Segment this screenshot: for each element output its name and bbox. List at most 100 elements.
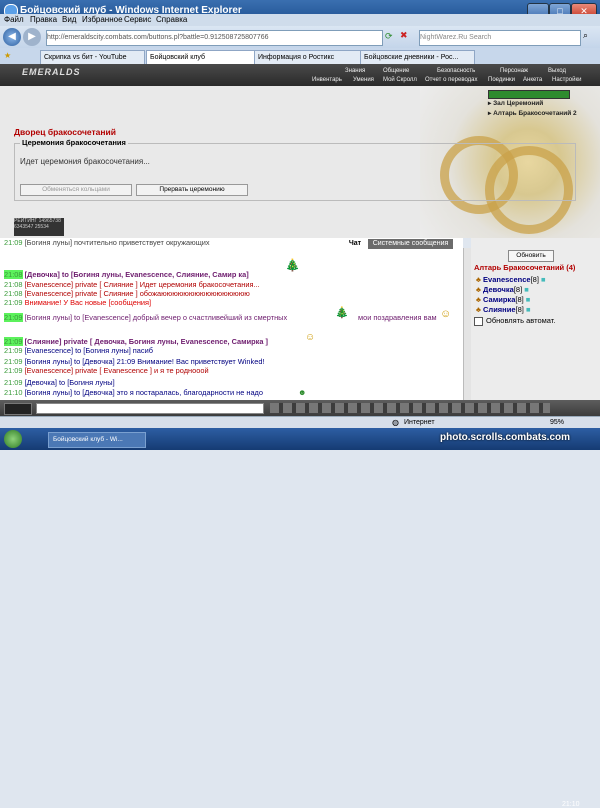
user-name[interactable]: Самирка bbox=[483, 295, 515, 304]
smiley-icon: ☺ bbox=[440, 308, 452, 320]
menu-my-scroll[interactable]: Мой Скролл bbox=[383, 77, 417, 83]
menu-character[interactable]: Персонаж bbox=[500, 68, 528, 74]
chat-line: 21:09 [Богиня луны] to [Evanescence] доб… bbox=[4, 313, 287, 322]
menu-favorites[interactable]: Избранное bbox=[82, 15, 123, 24]
stop-icon[interactable]: ✖ bbox=[400, 30, 408, 41]
chat-time: 21:09 bbox=[4, 366, 23, 375]
menu-edit[interactable]: Правка bbox=[30, 15, 57, 24]
tab-diaries[interactable]: Бойцовские дневники - Рос... bbox=[360, 50, 475, 64]
abort-ceremony-button[interactable]: Прервать церемонию bbox=[136, 184, 248, 196]
menu-fights[interactable]: Поединки bbox=[488, 77, 515, 83]
globe-icon: ◍ bbox=[392, 418, 399, 427]
tab-combats[interactable]: Бойцовский клуб bbox=[146, 50, 255, 64]
chat-time: 21:08 bbox=[4, 289, 23, 298]
chat-time: 21:08 bbox=[4, 280, 23, 289]
tab-chat[interactable]: Чат bbox=[345, 239, 365, 249]
system-message: Внимание! У Вас новые [сообщения] bbox=[24, 298, 152, 307]
menu-profile[interactable]: Анкета bbox=[523, 77, 542, 83]
chat-text: [Evanescence] private [ Evanescence ] и … bbox=[24, 366, 209, 375]
forward-button[interactable]: ▶ bbox=[23, 28, 41, 46]
user-entry[interactable]: ♣ Слияние[8] ■ bbox=[476, 305, 530, 314]
altar-title: Алтарь Бракосочетаний (4) bbox=[474, 263, 576, 272]
menu-bar: Файл Правка Вид Избранное Сервис Справка bbox=[0, 14, 600, 26]
chat-time: 21:08 bbox=[4, 270, 23, 279]
game-header: EMERALDS Знания Общение Безопасность Пер… bbox=[0, 64, 600, 86]
taskbar-item[interactable]: Бойцовский клуб - Wi... bbox=[48, 432, 146, 448]
chat-line: 21:10 [Богиня луны] to [Девочка] это я п… bbox=[4, 388, 263, 397]
info-icon[interactable]: ■ bbox=[526, 295, 531, 304]
menu-communication[interactable]: Общение bbox=[383, 68, 409, 74]
menu-knowledge[interactable]: Знания bbox=[345, 68, 365, 74]
user-entry[interactable]: ♣ Девочка[8] ■ bbox=[476, 285, 529, 294]
menu-settings[interactable]: Настройки bbox=[552, 77, 581, 83]
health-bar bbox=[488, 90, 570, 99]
info-icon[interactable]: ■ bbox=[524, 285, 529, 294]
refresh-button[interactable]: Обновить bbox=[508, 250, 554, 262]
chat-line: 21:09 [Evanescence] to [Богиня луны] пас… bbox=[4, 346, 153, 355]
chat-line: 21:09 [Девочка] to [Богиня луны] bbox=[4, 378, 115, 387]
tab-info[interactable]: Информация о Ростикс bbox=[254, 50, 361, 64]
user-level: [8] bbox=[515, 295, 524, 304]
tab-youtube[interactable]: Скрипка vs бит - YouTube bbox=[40, 50, 145, 64]
chat-time: 21:09 bbox=[4, 298, 23, 307]
game-logo: EMERALDS bbox=[22, 67, 81, 77]
chat-log: 21:09 [Богиня луны] почтительно приветст… bbox=[0, 238, 463, 400]
user-level: [8] bbox=[513, 285, 523, 294]
address-input[interactable]: http://emeraldscity.combats.com/buttons.… bbox=[46, 30, 383, 46]
chat-text: [Девочка] to [Богиня луны] bbox=[24, 378, 115, 387]
menu-tools[interactable]: Сервис bbox=[124, 15, 151, 24]
user-entry[interactable]: ♣ Самирка[8] ■ bbox=[476, 295, 530, 304]
chat-line: 21:08 [Девочка] to [Богиня луны, Evanesc… bbox=[4, 270, 249, 279]
menu-file[interactable]: Файл bbox=[4, 15, 24, 24]
user-entry[interactable]: ♣ Evanescence[8] ■ bbox=[476, 275, 546, 284]
menu-skills[interactable]: Умения bbox=[353, 77, 374, 83]
zoom-level[interactable]: 95% bbox=[550, 419, 564, 426]
chat-text: [Слияние] private [ Девочка, Богиня луны… bbox=[24, 337, 268, 346]
link-altar[interactable]: ▸ Алтарь Бракосочетаний 2 bbox=[488, 109, 577, 117]
user-level: [8] bbox=[515, 305, 524, 314]
toolbar-icons[interactable] bbox=[270, 403, 550, 413]
favorites-star-icon[interactable]: ★ bbox=[4, 51, 11, 60]
auto-refresh-checkbox[interactable] bbox=[474, 316, 483, 326]
back-button[interactable]: ◀ bbox=[3, 28, 21, 46]
christmas-tree-icon: 🎄 bbox=[335, 307, 349, 319]
menu-inventory[interactable]: Инвентарь bbox=[312, 77, 342, 83]
chat-line: 21:09 [Слияние] private [ Девочка, Богин… bbox=[4, 337, 268, 346]
chat-time: 21:09 bbox=[4, 346, 23, 355]
search-input[interactable]: NightWarez.Ru Search bbox=[419, 30, 581, 46]
chat-line: 21:09 Внимание! У Вас новые [сообщения] bbox=[4, 298, 151, 307]
menu-transfer-report[interactable]: Отчет о переводах bbox=[425, 77, 478, 83]
chat-tabs: Чат Системные сообщения bbox=[0, 238, 470, 250]
info-icon[interactable]: ■ bbox=[526, 305, 531, 314]
refresh-icon[interactable]: ⟳ bbox=[385, 31, 393, 42]
ceremony-legend: Церемония бракосочетания bbox=[20, 138, 128, 147]
user-name[interactable]: Девочка bbox=[483, 285, 514, 294]
link-altar-label: Алтарь Бракосочетаний 2 bbox=[493, 110, 577, 117]
search-icon[interactable]: ⌕ bbox=[583, 30, 588, 41]
user-icon: ♣ bbox=[476, 285, 481, 294]
swap-rings-button[interactable]: Обменяться кольцами bbox=[20, 184, 132, 196]
chat-text: [Evanescence] private [ Слияние ] Идет ц… bbox=[24, 280, 260, 289]
chat-time: 21:10 bbox=[4, 388, 23, 397]
start-button[interactable] bbox=[4, 430, 22, 448]
info-icon[interactable]: ■ bbox=[541, 275, 546, 284]
location-links: ▸ Зал Церемоний ▸ Алтарь Бракосочетаний … bbox=[488, 99, 577, 117]
christmas-tree-icon: 🎄 bbox=[285, 258, 300, 272]
menu-help[interactable]: Справка bbox=[156, 15, 187, 24]
chat-input[interactable] bbox=[36, 403, 264, 414]
user-name[interactable]: Слияние bbox=[483, 305, 515, 314]
link-ceremony-hall[interactable]: ▸ Зал Церемоний bbox=[488, 99, 577, 107]
tab-system-messages[interactable]: Системные сообщения bbox=[368, 239, 453, 249]
page-title: Дворец бракосочетаний bbox=[14, 127, 116, 137]
chat-mode-button[interactable] bbox=[4, 403, 32, 415]
menu-security[interactable]: Безопасность bbox=[437, 68, 475, 74]
user-name[interactable]: Evanescence bbox=[483, 275, 531, 284]
chat-time: 21:09 bbox=[4, 313, 23, 322]
chat-text-extra: мои поздравления вам bbox=[358, 313, 437, 322]
menu-view[interactable]: Вид bbox=[62, 15, 76, 24]
ceremony-status: Идет церемония бракосочетания... bbox=[20, 157, 150, 166]
menu-exit[interactable]: Выход bbox=[548, 68, 566, 74]
rating-counter: РЕЙТИНГ 14965738 6343547 25534 bbox=[14, 218, 64, 236]
auto-refresh-option[interactable]: Обновлять автомат. bbox=[474, 316, 555, 326]
address-toolbar: ◀ ▶ http://emeraldscity.combats.com/butt… bbox=[0, 26, 600, 48]
